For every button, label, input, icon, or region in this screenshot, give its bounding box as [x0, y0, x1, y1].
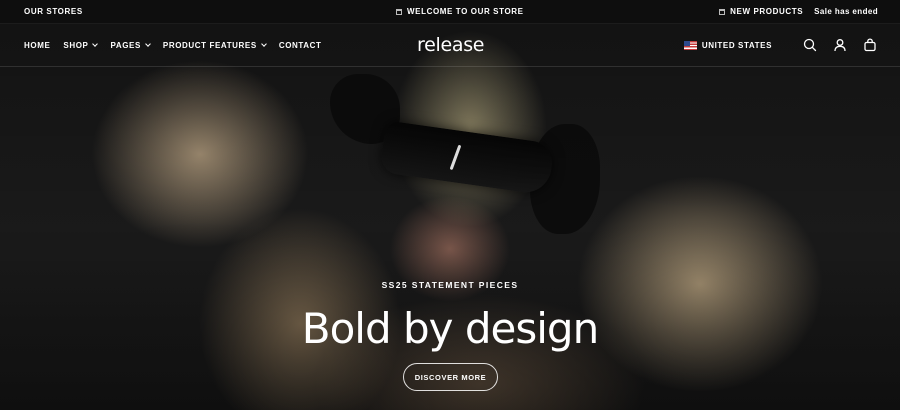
nav-item-home[interactable]: HOME	[24, 41, 50, 50]
hero-eyebrow: SS25 STATEMENT PIECES	[381, 280, 519, 290]
nav-item-contact[interactable]: CONTACT	[279, 41, 322, 50]
calendar-icon	[719, 8, 726, 15]
our-stores-link[interactable]: OUR STORES	[24, 7, 83, 16]
main-nav: HOME SHOP PAGES PRODUCT FEATURES CONTACT	[24, 40, 335, 50]
account-icon[interactable]	[832, 37, 848, 53]
header-actions: UNITED STATES	[683, 37, 878, 53]
nav-item-product-features[interactable]: PRODUCT FEATURES	[163, 40, 267, 50]
country-selector[interactable]: UNITED STATES	[683, 40, 772, 50]
welcome-message: WELCOME TO OUR STORE	[396, 7, 524, 16]
calendar-icon	[396, 8, 402, 15]
nav-item-pages[interactable]: PAGES	[110, 40, 151, 50]
hero-headline: Bold by design	[301, 304, 599, 353]
chevron-down-icon	[260, 40, 267, 47]
us-flag-icon	[683, 40, 697, 50]
chevron-down-icon	[92, 40, 99, 47]
cart-icon[interactable]	[862, 37, 878, 53]
site-logo[interactable]: release	[417, 34, 484, 56]
discover-more-button[interactable]: DISCOVER MORE	[403, 363, 498, 391]
chevron-down-icon	[145, 40, 151, 47]
announcement-bar: OUR STORES WELCOME TO OUR STORE NEW PROD…	[0, 0, 900, 24]
nav-item-shop[interactable]: SHOP	[63, 40, 99, 50]
new-products-link[interactable]: NEW PRODUCTS	[730, 7, 803, 16]
announcement-right: NEW PRODUCTS Sale has ended	[719, 7, 878, 16]
search-icon[interactable]	[802, 37, 818, 53]
sale-status: Sale has ended	[814, 7, 878, 16]
site-header: HOME SHOP PAGES PRODUCT FEATURES CONTACT…	[0, 24, 900, 67]
